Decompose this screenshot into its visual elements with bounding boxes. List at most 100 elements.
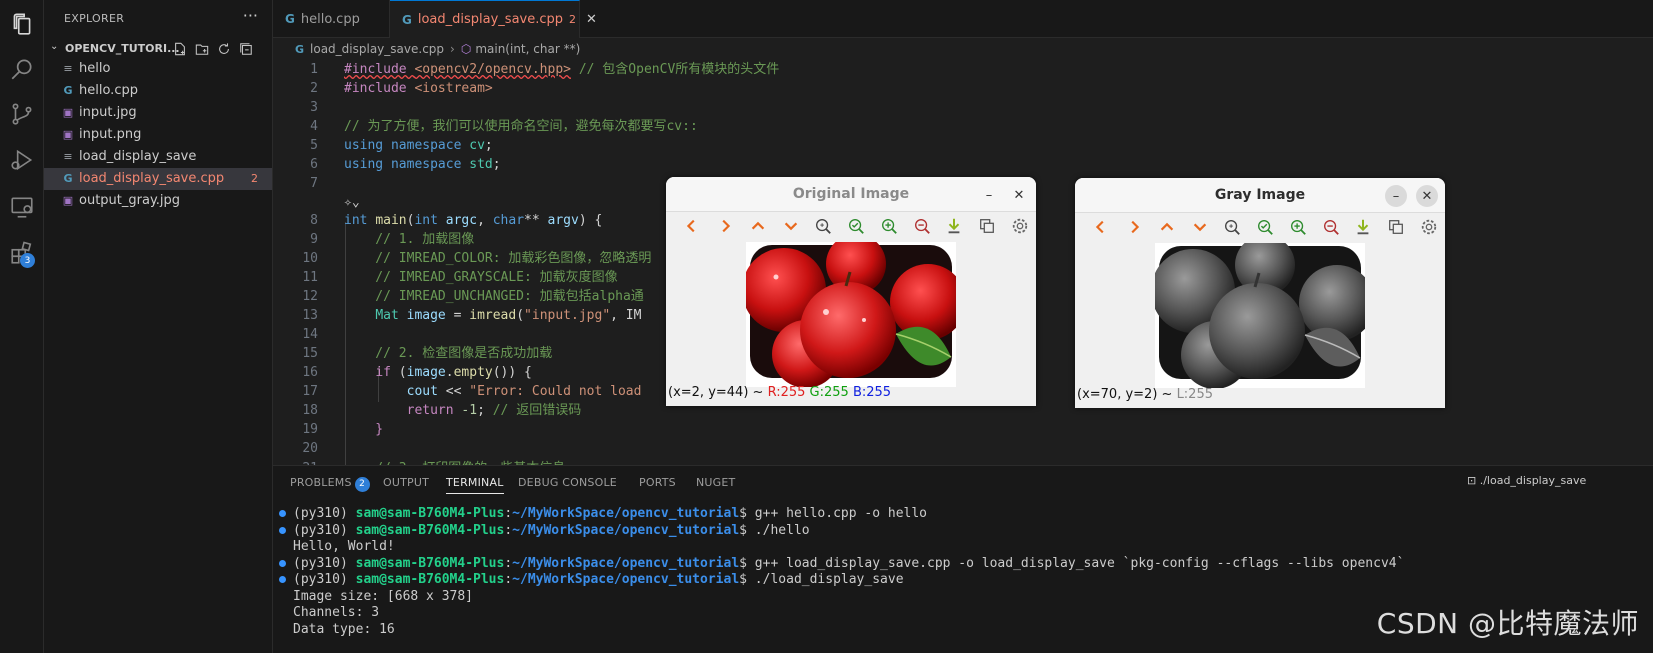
terminal-line: (py310) sam@sam-B760M4-Plus:~/MyWorkSpac…: [279, 555, 1404, 572]
code-line: 3: [273, 98, 1653, 117]
breadcrumb-symbol[interactable]: main(int, char **): [475, 42, 580, 56]
cpp-file-icon: G: [295, 42, 305, 56]
code-text: return -1; // 返回错误码: [406, 403, 582, 418]
remote-explorer-icon[interactable]: [7, 192, 37, 222]
project-folder[interactable]: ⌄ OPENCV_TUTORI...: [44, 38, 272, 60]
file-label: hello: [79, 61, 111, 76]
save-icon[interactable]: [1347, 216, 1380, 238]
problems-badge: 2: [354, 477, 370, 492]
tab-hello-cpp[interactable]: G hello.cpp: [273, 0, 390, 38]
file-item[interactable]: Gload_display_save.cpp 2: [44, 168, 272, 190]
command-status-dot[interactable]: [279, 510, 286, 517]
activity-bar: 3: [0, 0, 44, 653]
window-titlebar[interactable]: Original Image – ✕: [666, 177, 1036, 212]
tab-load-display-save-cpp[interactable]: G load_display_save.cpp 2 ✕: [390, 0, 597, 38]
image-toolbar: [666, 213, 1036, 239]
zoom-in-icon[interactable]: [1281, 216, 1314, 238]
line-number: 6: [310, 157, 318, 172]
arrow-left-icon[interactable]: [676, 215, 709, 237]
copy-icon[interactable]: [971, 215, 1004, 237]
refresh-icon[interactable]: [216, 41, 232, 57]
minimize-button[interactable]: –: [978, 184, 1000, 206]
copy-icon[interactable]: [1380, 216, 1413, 238]
file-item[interactable]: Ghello.cpp: [44, 80, 272, 102]
terminal-task[interactable]: ⊡ ./load_display_save: [1467, 474, 1653, 487]
new-file-icon[interactable]: [172, 41, 188, 57]
minimize-button[interactable]: –: [1385, 185, 1407, 207]
close-button[interactable]: ✕: [1008, 184, 1030, 206]
editor-tabs: G hello.cpp G load_display_save.cpp 2 ✕: [273, 0, 1653, 38]
settings-icon[interactable]: [1003, 215, 1036, 237]
image-canvas[interactable]: [742, 234, 966, 388]
tab-terminal[interactable]: TERMINAL: [446, 476, 504, 494]
zoom-fit-icon[interactable]: [807, 215, 840, 237]
settings-icon[interactable]: [1412, 216, 1445, 238]
code-line: 5 using namespace cv;: [273, 136, 1653, 155]
tab-problems[interactable]: PROBLEMS 2: [290, 476, 370, 492]
arrow-right-icon[interactable]: [709, 215, 742, 237]
arrow-up-icon[interactable]: [741, 215, 774, 237]
image-file-icon: ▣: [62, 194, 74, 207]
extensions-badge: 3: [20, 253, 35, 268]
line-number: 4: [310, 119, 318, 134]
breadcrumb-file[interactable]: load_display_save.cpp: [310, 42, 444, 56]
zoom-out-icon[interactable]: [1314, 216, 1347, 238]
zoom-in-icon[interactable]: [872, 215, 905, 237]
collapse-all-icon[interactable]: [238, 41, 254, 57]
arrow-down-icon[interactable]: [774, 215, 807, 237]
zoom-out-icon[interactable]: [905, 215, 938, 237]
code-text: // IMREAD_UNCHANGED: 加载包括alpha通: [344, 289, 644, 304]
command-status-dot[interactable]: [279, 526, 286, 534]
text-file-icon: ≡: [63, 62, 73, 75]
zoom-fit-icon[interactable]: [1216, 216, 1249, 238]
code-text: if (image.empty()) {: [375, 365, 532, 380]
new-folder-icon[interactable]: [194, 41, 210, 57]
tab-nuget[interactable]: NUGET: [696, 476, 735, 489]
command-status-dot[interactable]: [279, 559, 286, 567]
terminal-line: (py310) sam@sam-B760M4-Plus:~/MyWorkSpac…: [279, 571, 904, 588]
code-text: // IMREAD_COLOR: 加载彩色图像，忽略透明: [344, 251, 652, 266]
code-text: #include <opencv2/opencv.hpp> // 包含OpenC…: [344, 62, 780, 77]
close-button[interactable]: ✕: [1416, 185, 1438, 207]
chevron-right-icon: ›: [450, 42, 455, 56]
sidebar-title: EXPLORER: [64, 12, 125, 25]
code-line: 1 #include <opencv2/opencv.hpp> // 包含Open…: [273, 60, 1653, 79]
image-canvas[interactable]: [1151, 235, 1375, 389]
tab-label: load_display_save.cpp: [417, 12, 564, 27]
line-number: 2: [310, 81, 318, 96]
arrow-left-icon[interactable]: [1085, 216, 1118, 238]
tab-ports[interactable]: PORTS: [639, 476, 676, 489]
arrow-up-icon[interactable]: [1150, 216, 1183, 238]
file-item[interactable]: ▣ output_gray.jpg: [44, 190, 272, 212]
tab-output[interactable]: OUTPUT: [383, 476, 429, 489]
code-text: // 2. 检查图像是否成功加载: [344, 346, 553, 361]
code-text: }: [344, 422, 384, 437]
line-number: 8: [310, 213, 318, 228]
command-status-dot[interactable]: [279, 576, 286, 583]
search-icon[interactable]: [7, 54, 37, 84]
file-item[interactable]: ▣ input.png: [44, 124, 272, 146]
gray-image-window[interactable]: Gray Image – ✕ (x=70, y=2) ~ L:255: [1075, 178, 1445, 408]
save-icon[interactable]: [938, 215, 971, 237]
line-number: 18: [302, 403, 318, 418]
file-item[interactable]: ≡ hello: [44, 58, 272, 80]
file-item[interactable]: ▣ input.jpg: [44, 102, 272, 124]
code-text: int main(int argc, char** argv) {: [344, 213, 603, 228]
more-actions-button[interactable]: ···: [243, 6, 258, 25]
window-titlebar[interactable]: Gray Image – ✕: [1075, 178, 1445, 213]
close-tab-icon[interactable]: ✕: [586, 12, 597, 27]
tab-debug-console[interactable]: DEBUG CONSOLE: [518, 476, 617, 489]
apple-image: [742, 234, 966, 388]
arrow-right-icon[interactable]: [1118, 216, 1151, 238]
arrow-down-icon[interactable]: [1183, 216, 1216, 238]
explorer-icon[interactable]: [7, 9, 37, 39]
code-line: 6 using namespace std;: [273, 155, 1653, 174]
run-debug-icon[interactable]: [7, 145, 37, 175]
extensions-icon[interactable]: 3: [7, 238, 37, 268]
source-control-icon[interactable]: [7, 99, 37, 129]
original-image-window[interactable]: Original Image – ✕ (x=2, y=44) ~ R:255 G…: [666, 177, 1036, 406]
line-number: 5: [310, 138, 318, 153]
zoom-reset-icon[interactable]: [840, 215, 873, 237]
file-item[interactable]: ≡ load_display_save: [44, 146, 272, 168]
zoom-reset-icon[interactable]: [1249, 216, 1282, 238]
